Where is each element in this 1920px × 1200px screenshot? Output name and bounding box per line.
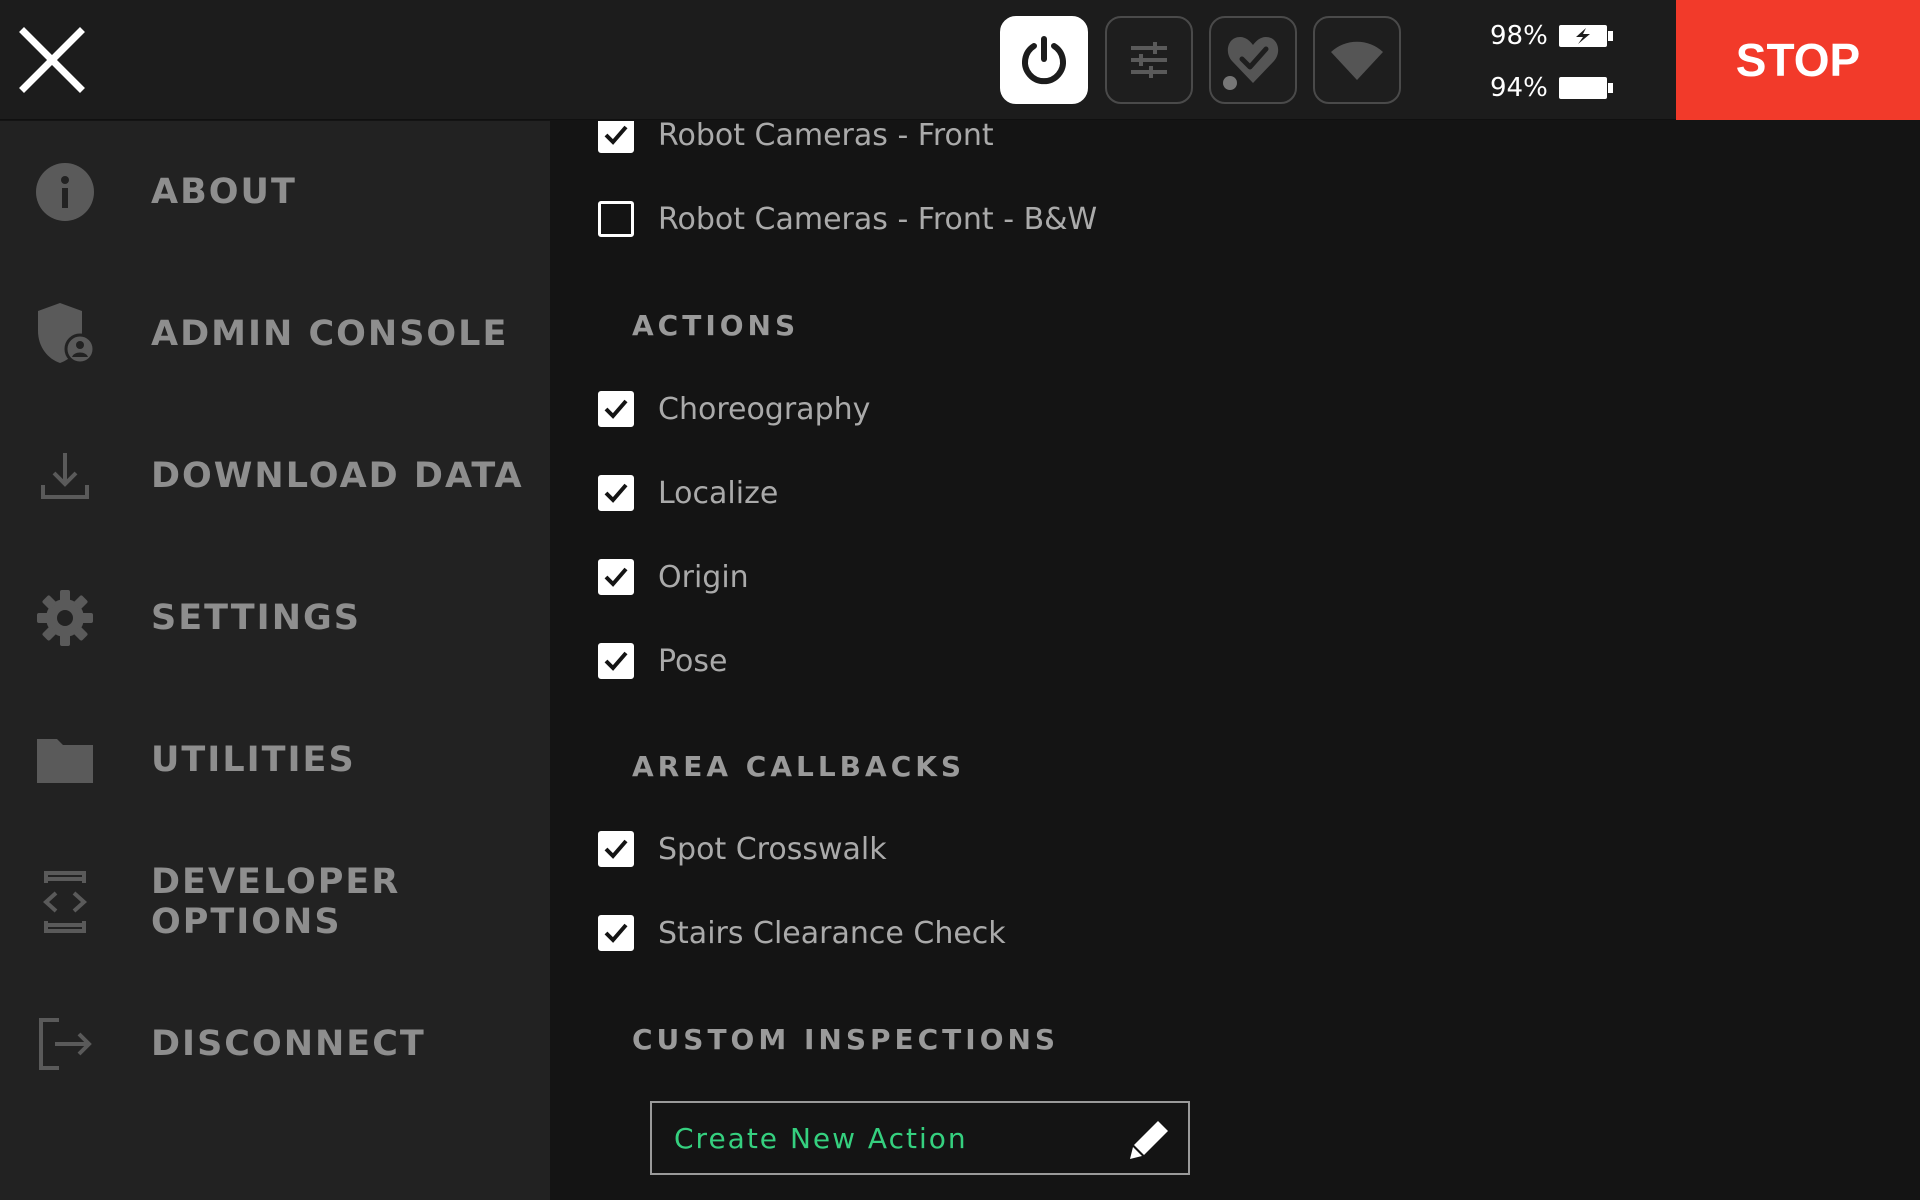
sliders-button[interactable] (1105, 16, 1193, 104)
checkbox-row-pose[interactable]: Pose (598, 641, 727, 681)
sidebar-item-about[interactable]: ABOUT (0, 121, 550, 263)
checkbox-label: Localize (658, 475, 779, 511)
checkbox-unchecked[interactable] (598, 201, 634, 237)
sidebar-item-utilities[interactable]: UTILITIES (0, 689, 550, 831)
checkbox-checked[interactable] (598, 831, 634, 867)
checkmark-icon (604, 839, 628, 859)
inspection-list: Robot Cameras - Front Robot Cameras - Fr… (550, 121, 1920, 1200)
sidebar-item-label: ABOUT (151, 172, 297, 212)
checkmark-icon (604, 125, 628, 145)
shield-user-icon (30, 299, 100, 369)
power-button[interactable] (1000, 16, 1088, 104)
checkbox-row-robot-cameras-front-bw[interactable]: Robot Cameras - Front - B&W (598, 199, 1097, 239)
sidebar-item-label: ADMIN CONSOLE (151, 314, 509, 354)
sidebar-item-developer-options[interactable]: DEVELOPER OPTIONS (0, 831, 550, 973)
sidebar-item-settings[interactable]: SETTINGS (0, 547, 550, 689)
heart-check-icon (1223, 37, 1279, 90)
code-device-icon (30, 867, 100, 937)
close-icon (19, 27, 85, 93)
battery-percentage-1: 98% (1490, 21, 1548, 51)
stop-button[interactable]: STOP (1676, 0, 1920, 120)
sidebar-item-label: UTILITIES (151, 740, 356, 780)
checkbox-label: Origin (658, 559, 749, 595)
close-button[interactable] (18, 26, 86, 94)
checkbox-row-origin[interactable]: Origin (598, 557, 749, 597)
checkbox-label: Spot Crosswalk (658, 831, 887, 867)
checkbox-checked[interactable] (598, 475, 634, 511)
sidebar-item-label: DISCONNECT (151, 1024, 426, 1064)
battery-charging-icon (1558, 23, 1614, 49)
sidebar: ABOUT ADMIN CONSOLE DOWNLOAD DATA SETTIN… (0, 121, 550, 1200)
checkbox-checked[interactable] (598, 643, 634, 679)
create-new-action-button[interactable]: Create New Action (650, 1101, 1190, 1175)
info-icon (30, 157, 100, 227)
battery-percentage-2: 94% (1490, 73, 1548, 103)
power-icon (1022, 36, 1066, 85)
checkbox-label: Robot Cameras - Front (658, 121, 994, 153)
battery-icon (1558, 75, 1614, 101)
sidebar-item-disconnect[interactable]: DISCONNECT (0, 973, 550, 1115)
checkbox-checked[interactable] (598, 559, 634, 595)
checkmark-icon (604, 923, 628, 943)
checkbox-row-localize[interactable]: Localize (598, 473, 778, 513)
sidebar-item-admin-console[interactable]: ADMIN CONSOLE (0, 263, 550, 405)
battery-status-1: 98% (1490, 16, 1620, 56)
checkbox-row-stairs-clearance-check[interactable]: Stairs Clearance Check (598, 913, 1006, 953)
section-header-custom-inspections: CUSTOM INSPECTIONS (632, 1023, 1060, 1056)
checkbox-checked[interactable] (598, 915, 634, 951)
checkmark-icon (604, 483, 628, 503)
checkmark-icon (604, 399, 628, 419)
health-button[interactable] (1209, 16, 1297, 104)
checkbox-label: Stairs Clearance Check (658, 915, 1006, 951)
download-icon (30, 441, 100, 511)
section-header-area-callbacks: AREA CALLBACKS (632, 750, 966, 783)
sidebar-item-label: DOWNLOAD DATA (151, 456, 524, 496)
checkbox-row-robot-cameras-front[interactable]: Robot Cameras - Front (598, 121, 994, 155)
checkbox-row-spot-crosswalk[interactable]: Spot Crosswalk (598, 829, 887, 869)
gear-icon (30, 583, 100, 653)
sliders-icon (1131, 42, 1167, 78)
checkbox-checked[interactable] (598, 391, 634, 427)
battery-status-2: 94% (1490, 68, 1620, 108)
checkmark-icon (604, 567, 628, 587)
checkmark-icon (604, 651, 628, 671)
create-new-action-label: Create New Action (674, 1121, 968, 1155)
checkbox-checked[interactable] (598, 121, 634, 153)
top-bar: 98% 94% STOP (0, 0, 1920, 120)
pencil-icon (1128, 1117, 1172, 1161)
folder-icon (30, 725, 100, 795)
checkbox-label: Choreography (658, 391, 871, 427)
checkbox-row-choreography[interactable]: Choreography (598, 389, 870, 429)
wifi-button[interactable] (1313, 16, 1401, 104)
checkbox-label: Robot Cameras - Front - B&W (658, 201, 1098, 237)
section-header-actions: ACTIONS (632, 309, 800, 342)
sidebar-item-label: DEVELOPER OPTIONS (151, 862, 401, 942)
sidebar-item-download-data[interactable]: DOWNLOAD DATA (0, 405, 550, 547)
wifi-icon (1331, 41, 1383, 80)
checkbox-label: Pose (658, 643, 728, 679)
sidebar-item-label: SETTINGS (151, 598, 361, 638)
logout-icon (30, 1009, 100, 1079)
